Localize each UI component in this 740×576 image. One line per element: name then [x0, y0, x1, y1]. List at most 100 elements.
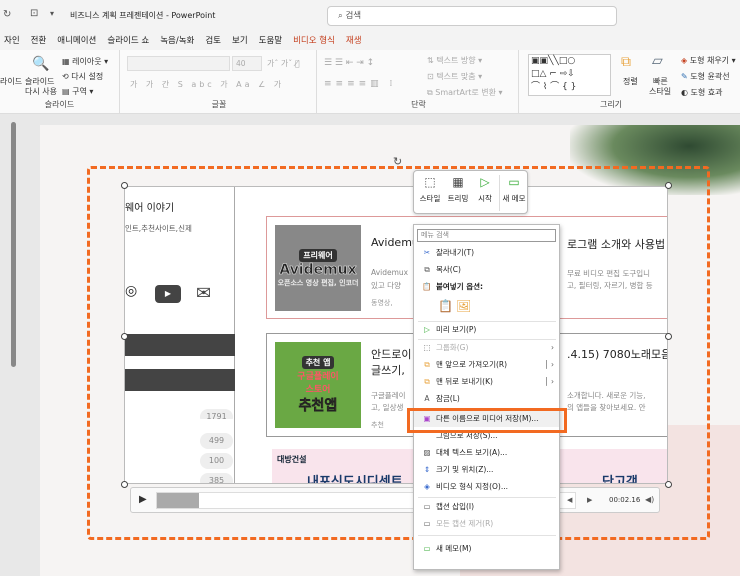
font-group: 40 가ˆ 가ˇ 가̸ 가 가 간 S abc 가 Aa ∠ 가 글꼴: [122, 50, 317, 114]
paste-keep-icon[interactable]: 📋: [438, 299, 453, 313]
menu-search-input[interactable]: 메뉴 검색: [417, 229, 556, 242]
mini-toolbar: ⬚ 스타일 ▦ 트리밍 ▷ 시작 ▭ 새 메모: [413, 170, 528, 214]
menu-label: 캡션 삽입(I): [436, 502, 475, 511]
trim-button[interactable]: ▦ 트리밍: [444, 175, 472, 204]
redo-icon[interactable]: ↻: [3, 9, 11, 20]
menu-item-size-position[interactable]: ⇕ 크기 및 위치(Z)...: [414, 462, 559, 478]
menu-separator: [418, 497, 556, 498]
new-comment-button[interactable]: ▭ 새 메모: [500, 175, 528, 204]
ribbon: 라이드 🔍 슬라이드 다시 사용 ▦ 레이아웃 ▾ ⟲ 다시 설정 ▤ 구역 ▾…: [0, 50, 740, 114]
menu-label: 새 메모(M): [436, 544, 472, 553]
tab-animations[interactable]: 애니메이션: [57, 34, 96, 46]
send-back-icon: ⧉: [424, 377, 430, 386]
menu-item-group[interactable]: ⬚ 그룹화(G) ›: [414, 340, 559, 356]
menu-label: 붙여넣기 옵션:: [436, 282, 484, 291]
menu-item-remove-captions[interactable]: ▭ 모든 캡션 제거(R): [414, 516, 559, 532]
tab-design[interactable]: 자인: [4, 34, 20, 46]
reuse-slides-icon: 🔍: [32, 56, 50, 72]
start-button[interactable]: ▷ 시작: [474, 175, 496, 204]
reset-button[interactable]: ⟲ 다시 설정: [62, 71, 103, 82]
font-format-icons[interactable]: 가 가 간 S abc 가 Aa ∠ 가: [130, 79, 284, 90]
align-text-button[interactable]: ⊡ 텍스트 맞춤 ▾: [427, 71, 482, 82]
selection-highlight-dashed: [87, 166, 710, 540]
paste-picture-icon[interactable]: 🖼: [456, 299, 471, 313]
context-menu: 메뉴 검색 ✂ 잘라내기(T) ⧉ 복사(C) 📋 붙여넣기 옵션: 📋 🖼 ▷ 미리 …: [413, 224, 560, 570]
section-button[interactable]: ▤ 구역 ▾: [62, 86, 93, 97]
copy-icon: ⧉: [424, 265, 430, 274]
text-direction-label: 텍스트 방향: [436, 56, 476, 65]
customize-qat-icon[interactable]: ▾: [50, 9, 54, 18]
menu-item-copy[interactable]: ⧉ 복사(C): [414, 262, 559, 278]
shape-fill-button[interactable]: ◈ 도형 채우기 ▾: [681, 55, 736, 66]
reuse-slides-label: 다시 사용: [25, 87, 57, 96]
menu-label: 크기 및 위치(Z)...: [436, 465, 494, 474]
start-icon: ▷: [480, 175, 490, 189]
play-icon: ▷: [424, 325, 430, 334]
shape-outline-label: 도형 윤곽선: [690, 72, 730, 81]
resize-handle[interactable]: [665, 182, 672, 189]
rotate-handle[interactable]: ↻: [393, 155, 402, 168]
reset-label: 다시 설정: [71, 72, 104, 81]
resize-handle[interactable]: [121, 182, 128, 189]
shape-effects-label: 도형 효과: [690, 88, 723, 97]
menu-item-paste-options: 📋 붙여넣기 옵션:: [414, 279, 559, 295]
size-icon: ⇕: [423, 465, 431, 474]
resize-handle[interactable]: [665, 333, 672, 340]
shape-outline-button[interactable]: ✎ 도형 윤곽선: [681, 71, 730, 82]
style-button[interactable]: ⬚ 스타일: [418, 175, 442, 204]
quick-styles-icon: ▱: [652, 53, 663, 69]
layout-button[interactable]: ▦ 레이아웃 ▾: [62, 56, 108, 67]
thumbnail-scrollbar[interactable]: [11, 122, 16, 367]
highlight-box: [407, 408, 567, 433]
font-name-dropdown[interactable]: [127, 56, 230, 71]
menu-label: 맨 뒤로 보내기(K): [436, 377, 493, 386]
caption-remove-icon: ▭: [423, 519, 431, 528]
group-label-font: 글꼴: [211, 100, 227, 109]
tab-transitions[interactable]: 전환: [31, 34, 47, 46]
resize-handle[interactable]: [121, 481, 128, 488]
present-icon[interactable]: ⊡: [30, 8, 38, 19]
resize-handle[interactable]: [665, 481, 672, 488]
search-input[interactable]: ⌕ 검색: [327, 6, 617, 26]
menu-item-format-video[interactable]: ◈ 비디오 형식 지정(O)...: [414, 479, 559, 495]
tab-playback[interactable]: 재생: [346, 34, 362, 46]
chevron-right-icon: ›: [551, 343, 554, 352]
caption-icon: ▭: [423, 502, 431, 511]
tab-record[interactable]: 녹음/녹화: [160, 34, 194, 46]
tab-help[interactable]: 도움말: [259, 34, 282, 46]
slides-group: 라이드 🔍 슬라이드 다시 사용 ▦ 레이아웃 ▾ ⟲ 다시 설정 ▤ 구역 ▾…: [0, 50, 120, 114]
menu-item-bring-to-front[interactable]: ⧉ 맨 앞으로 가져오기(R) │ ›: [414, 357, 559, 373]
paste-icon: 📋: [422, 282, 432, 291]
menu-item-alt-text[interactable]: ▨ 대체 텍스트 보기(A)...: [414, 445, 559, 461]
menu-item-preview[interactable]: ▷ 미리 보기(P): [414, 322, 559, 338]
lock-icon: A: [424, 394, 430, 403]
font-size-dropdown[interactable]: 40: [232, 56, 262, 71]
tab-review[interactable]: 검토: [205, 34, 221, 46]
resize-handle[interactable]: [121, 333, 128, 340]
tab-video-format[interactable]: 비디오 형식: [293, 34, 335, 46]
menu-item-insert-caption[interactable]: ▭ 캡션 삽입(I): [414, 499, 559, 515]
window-title: 비즈니스 계획 프레젠테이션 - PowerPoint: [70, 11, 216, 20]
list-icons[interactable]: ☰ ☰ ⇤ ⇥ ↕: [324, 58, 374, 68]
text-direction-button[interactable]: ⇅ 텍스트 방향 ▾: [427, 55, 482, 66]
font-grow-shrink-icons[interactable]: 가ˆ 가ˇ 가̸: [267, 58, 300, 69]
arrange-button[interactable]: 정렬: [623, 76, 638, 87]
tab-slideshow[interactable]: 슬라이드 쇼: [107, 34, 149, 46]
drawing-group: ▣▣╲╲□○ □△ ⌐ ⇨⇩ ⌒ ⌇ ⌒ { } ⧉ 정렬 ▱ 빠른 스타일 ◈ 도…: [521, 50, 740, 114]
align-icons[interactable]: ≡≡≡≡▥ ⁞: [324, 79, 396, 89]
style-icon: ⬚: [424, 175, 436, 189]
tab-view[interactable]: 보기: [232, 34, 248, 46]
new-slide-button[interactable]: 라이드: [0, 76, 22, 87]
smartart-button[interactable]: ⧉ SmartArt로 변환 ▾: [427, 87, 503, 98]
paragraph-group: ☰ ☰ ⇤ ⇥ ↕ ≡≡≡≡▥ ⁞ ⇅ 텍스트 방향 ▾ ⊡ 텍스트 맞춤 ▾ …: [319, 50, 519, 114]
menu-label: 비디오 형식 지정(O)...: [436, 482, 508, 491]
menu-item-new-comment[interactable]: ▭ 새 메모(M): [414, 541, 559, 557]
group-icon: ⬚: [423, 343, 431, 352]
menu-item-send-to-back[interactable]: ⧉ 맨 뒤로 보내기(K) │ ›: [414, 374, 559, 390]
shape-effects-button[interactable]: ◐ 도형 효과: [681, 87, 723, 98]
style-label: 스타일: [419, 194, 441, 203]
menu-item-lock[interactable]: A 잠금(L): [414, 391, 559, 407]
shapes-gallery[interactable]: ▣▣╲╲□○ □△ ⌐ ⇨⇩ ⌒ ⌇ ⌒ { }: [528, 54, 611, 96]
menu-label: 맨 앞으로 가져오기(R): [436, 360, 508, 369]
menu-item-cut[interactable]: ✂ 잘라내기(T): [414, 245, 559, 261]
